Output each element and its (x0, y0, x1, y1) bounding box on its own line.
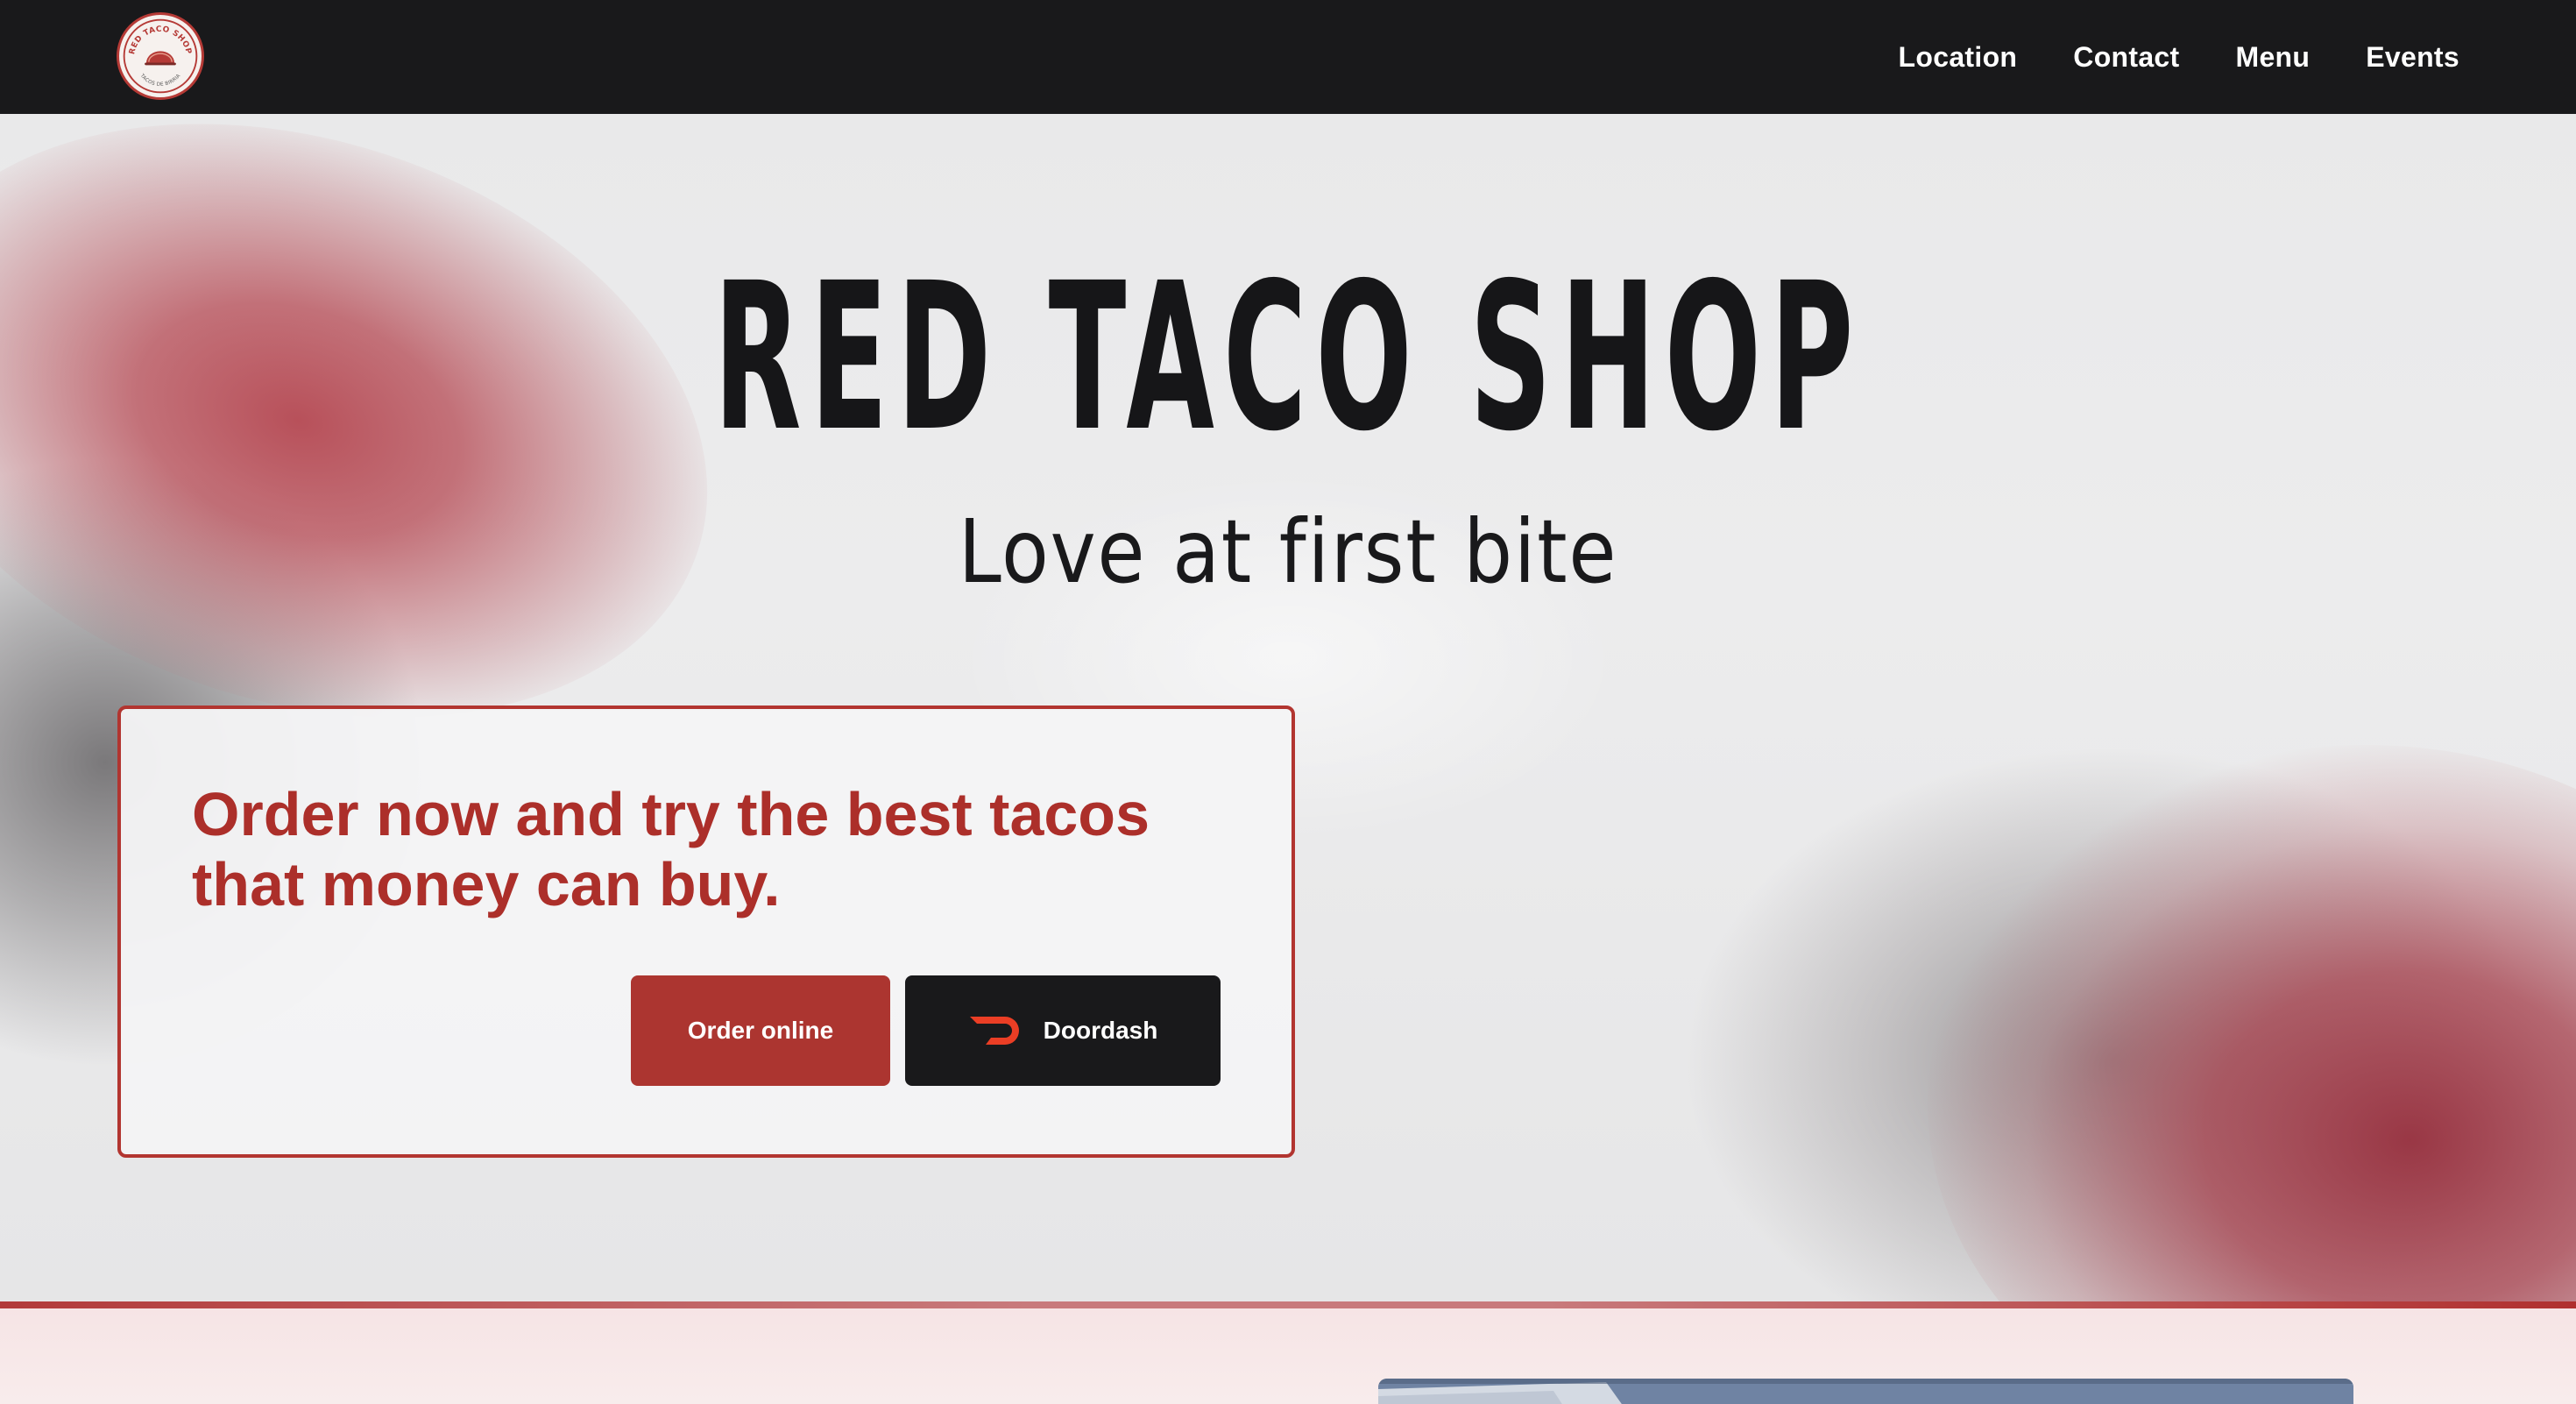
top-navigation-bar: RED TACO SHOP TACOS DE BIRRIA Location C… (0, 0, 2576, 114)
doordash-label: Doordash (1043, 1017, 1158, 1044)
doordash-logo-icon (969, 1017, 1019, 1045)
hero-section: RED TACO SHOP Love at first bite Order n… (0, 114, 2576, 1301)
nav-link-location[interactable]: Location (1899, 41, 2018, 74)
order-online-button[interactable]: Order online (631, 975, 890, 1086)
nav-link-events[interactable]: Events (2366, 41, 2459, 74)
next-section (0, 1308, 2576, 1404)
section-divider (0, 1301, 2576, 1308)
background-blur-blob (1928, 745, 2576, 1301)
doordash-button[interactable]: Doordash (905, 975, 1221, 1086)
hero-title: RED TACO SHOP (713, 239, 1863, 476)
background-blur-blob (1682, 745, 2541, 1301)
main-nav: Location Contact Menu Events (1899, 0, 2459, 114)
order-online-label: Order online (687, 1017, 834, 1044)
nav-link-contact[interactable]: Contact (2073, 41, 2179, 74)
order-cta-text: Order now and try the best tacos that mo… (192, 780, 1150, 918)
order-card: Order now and try the best tacos that mo… (117, 706, 1295, 1158)
hero-subtitle: Love at first bite (958, 500, 1618, 603)
nav-link-menu[interactable]: Menu (2236, 41, 2311, 74)
restaurant-photo (1378, 1379, 2353, 1404)
taco-logo-icon[interactable]: RED TACO SHOP TACOS DE BIRRIA (117, 12, 204, 100)
